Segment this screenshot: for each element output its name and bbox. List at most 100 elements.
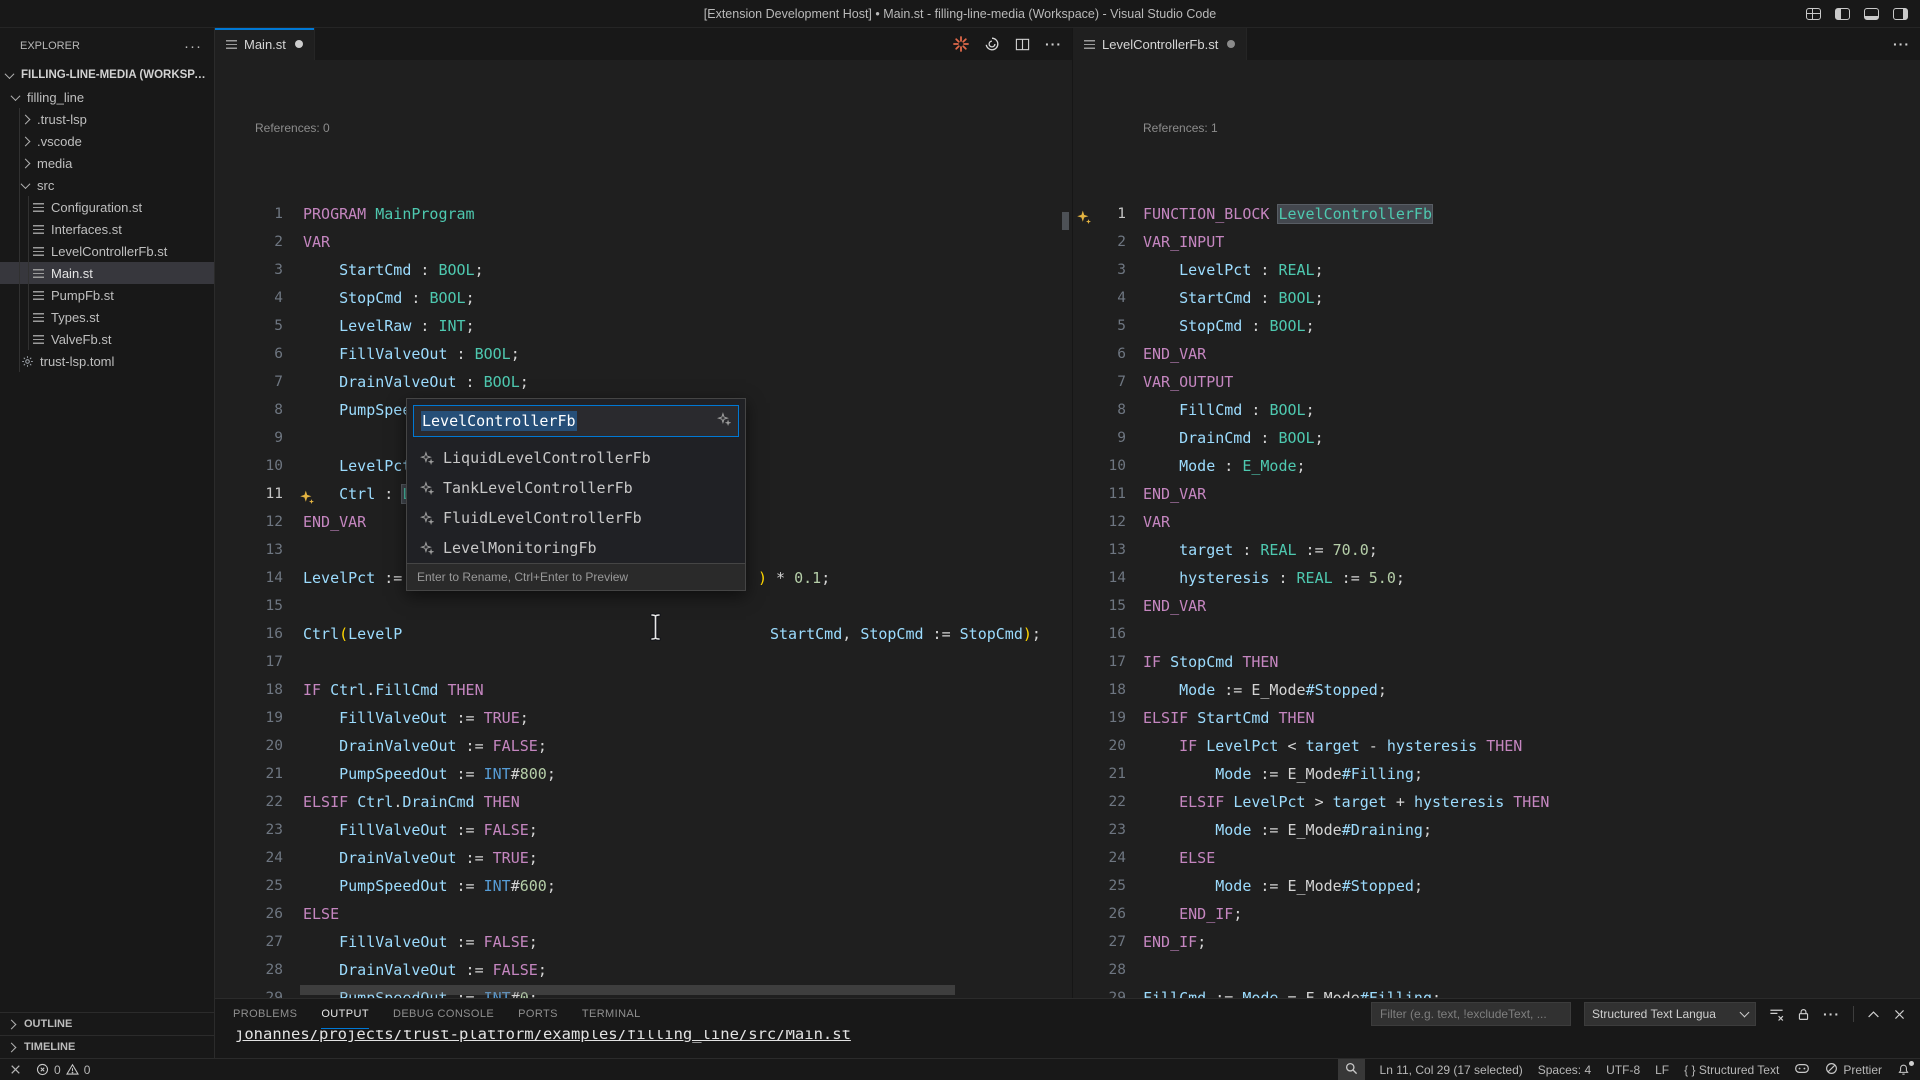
code-line[interactable]: 17 [215,648,1072,676]
rename-input[interactable]: LevelControllerFb [413,405,739,437]
sidebar-section-timeline[interactable]: TIMELINE [0,1035,214,1058]
sidebar-item-levelcontrollerfb-st[interactable]: LevelControllerFb.st [0,240,214,262]
code-line[interactable]: 19ELSIF StartCmd THEN [1073,704,1920,732]
workspace-row[interactable]: FILLING-LINE-MEDIA (WORKSPACE) [0,64,214,86]
rename-suggestion[interactable]: LevelMonitoringFb [407,533,745,563]
code-line[interactable]: 16 [1073,620,1920,648]
status-language-mode[interactable]: { } Structured Text [1684,1059,1779,1080]
code-line[interactable]: 1FUNCTION_BLOCK LevelControllerFb [1073,200,1920,228]
status-eol[interactable]: LF [1655,1059,1669,1080]
sidebar-item-main-st[interactable]: Main.st [0,262,214,284]
code-line[interactable]: 21 PumpSpeedOut := INT#800; [215,760,1072,788]
code-line[interactable]: 7 DrainValveOut : BOOL; [215,368,1072,396]
code-line[interactable]: 2VAR_INPUT [1073,228,1920,256]
code-line[interactable]: 4 StartCmd : BOOL; [1073,284,1920,312]
starburst-icon[interactable] [953,36,969,52]
swirl-icon[interactable] [984,36,1000,52]
code-line[interactable]: 27END_IF; [1073,928,1920,956]
layout-sidebar-left-icon[interactable] [1835,8,1850,20]
panel-tab-terminal[interactable]: TERMINAL [582,999,641,1029]
more-actions-icon[interactable]: ··· [1045,36,1062,52]
code-line[interactable]: 12VAR [1073,508,1920,536]
rename-suggestion[interactable]: LiquidLevelControllerFb [407,443,745,473]
sidebar-item-types-st[interactable]: Types.st [0,306,214,328]
code-line[interactable]: 15END_VAR [1073,592,1920,620]
code-line[interactable]: 13 target : REAL := 70.0; [1073,536,1920,564]
sidebar-item-src[interactable]: src [0,174,214,196]
sidebar-item-pumpfb-st[interactable]: PumpFb.st [0,284,214,306]
panel-tab-ports[interactable]: PORTS [518,999,558,1029]
code-line[interactable]: 19 FillValveOut := TRUE; [215,704,1072,732]
status-copilot[interactable] [1794,1059,1810,1080]
code-line[interactable]: 26ELSE [215,900,1072,928]
horizontal-scrollbar[interactable] [300,985,955,995]
code-line[interactable]: 8 FillCmd : BOOL; [1073,396,1920,424]
layout-panel-icon[interactable] [1864,8,1879,20]
code-line[interactable]: 6END_VAR [1073,340,1920,368]
code-line[interactable]: 28 [1073,956,1920,984]
panel-tab-problems[interactable]: PROBLEMS [233,999,297,1029]
sidebar-item-media[interactable]: media [0,152,214,174]
status-encoding[interactable]: UTF-8 [1606,1059,1640,1080]
layout-sidebar-right-icon[interactable] [1893,8,1908,20]
layout-grid-icon[interactable] [1806,8,1821,20]
panel-tab-output[interactable]: OUTPUT [321,999,369,1029]
output-content[interactable]: johannes/projects/trust-platform/example… [235,1030,1916,1058]
rename-suggestion[interactable]: FluidLevelControllerFb [407,503,745,533]
code-line[interactable]: 22 ELSIF LevelPct > target + hysteresis … [1073,788,1920,816]
sidebar-item-trust-lsp-toml[interactable]: trust-lsp.toml [0,350,214,372]
code-line[interactable]: 24 ELSE [1073,844,1920,872]
code-line[interactable]: 17IF StopCmd THEN [1073,648,1920,676]
code-line[interactable]: 29FillCmd := Mode = E_Mode#Filling; [1073,984,1920,998]
editor-levelcontrollerfb-st[interactable]: References: 1 1FUNCTION_BLOCK LevelContr… [1073,60,1920,998]
sidebar-item-valvefb-st[interactable]: ValveFb.st [0,328,214,350]
split-editor-icon[interactable] [1015,37,1030,52]
more-actions-icon[interactable]: ··· [1893,36,1910,52]
code-line[interactable]: 15 [215,592,1072,620]
code-line[interactable]: 20 IF LevelPct < target - hysteresis THE… [1073,732,1920,760]
more-actions-icon[interactable]: ··· [1823,1006,1840,1022]
status-notifications[interactable] [1897,1059,1910,1080]
sidebar-item-filling-line[interactable]: filling_line [0,86,214,108]
code-line[interactable]: 6 FillValveOut : BOOL; [215,340,1072,368]
code-line[interactable]: 5 StopCmd : BOOL; [1073,312,1920,340]
code-line[interactable]: 10 Mode : E_Mode; [1073,452,1920,480]
window-indicator[interactable] [10,1059,21,1080]
maximize-panel-icon[interactable] [1867,1008,1880,1021]
code-line[interactable]: 24 DrainValveOut := TRUE; [215,844,1072,872]
status-indentation[interactable]: Spaces: 4 [1538,1059,1591,1080]
output-channel-select[interactable]: Structured Text Langua [1584,1002,1756,1026]
close-panel-icon[interactable] [1893,1008,1906,1021]
code-line[interactable]: 2VAR [215,228,1072,256]
output-file-link[interactable]: johannes/projects/trust-platform/example… [235,1030,1916,1043]
clear-output-icon[interactable] [1769,1007,1784,1022]
code-line[interactable]: 23 FillValveOut := FALSE; [215,816,1072,844]
code-line[interactable]: 27 FillValveOut := FALSE; [215,928,1072,956]
sidebar-section-outline[interactable]: OUTLINE [0,1012,214,1035]
tab-levelcontrollerfb-st[interactable]: LevelControllerFb.st [1073,28,1247,60]
codelens-references[interactable]: References: 0 [215,116,1072,144]
code-line[interactable]: 5 LevelRaw : INT; [215,312,1072,340]
status-zoom-indicator[interactable] [1338,1059,1365,1080]
code-line[interactable]: 14 hysteresis : REAL := 5.0; [1073,564,1920,592]
code-line[interactable]: 3 StartCmd : BOOL; [215,256,1072,284]
code-line[interactable]: 11END_VAR [1073,480,1920,508]
lock-icon[interactable] [1797,1007,1810,1022]
codelens-references[interactable]: References: 1 [1073,116,1920,144]
code-line[interactable]: 25 PumpSpeedOut := INT#600; [215,872,1072,900]
code-line[interactable]: 20 DrainValveOut := FALSE; [215,732,1072,760]
code-line[interactable]: 16Ctrl(LevelPStartCmd, StopCmd := StopCm… [215,620,1072,648]
problems-status[interactable]: 00 [36,1059,90,1080]
tab-main-st[interactable]: Main.st [215,28,315,60]
code-line[interactable]: 28 DrainValveOut := FALSE; [215,956,1072,984]
sidebar-item-configuration-st[interactable]: Configuration.st [0,196,214,218]
code-line[interactable]: 18IF Ctrl.FillCmd THEN [215,676,1072,704]
sidebar-item--trust-lsp[interactable]: .trust-lsp [0,108,214,130]
code-line[interactable]: 22ELSIF Ctrl.DrainCmd THEN [215,788,1072,816]
code-line[interactable]: 26 END_IF; [1073,900,1920,928]
output-filter-input[interactable] [1371,1002,1571,1026]
code-line[interactable]: 3 LevelPct : REAL; [1073,256,1920,284]
code-line[interactable]: 9 DrainCmd : BOOL; [1073,424,1920,452]
code-line[interactable]: 21 Mode := E_Mode#Filling; [1073,760,1920,788]
code-line[interactable]: 7VAR_OUTPUT [1073,368,1920,396]
